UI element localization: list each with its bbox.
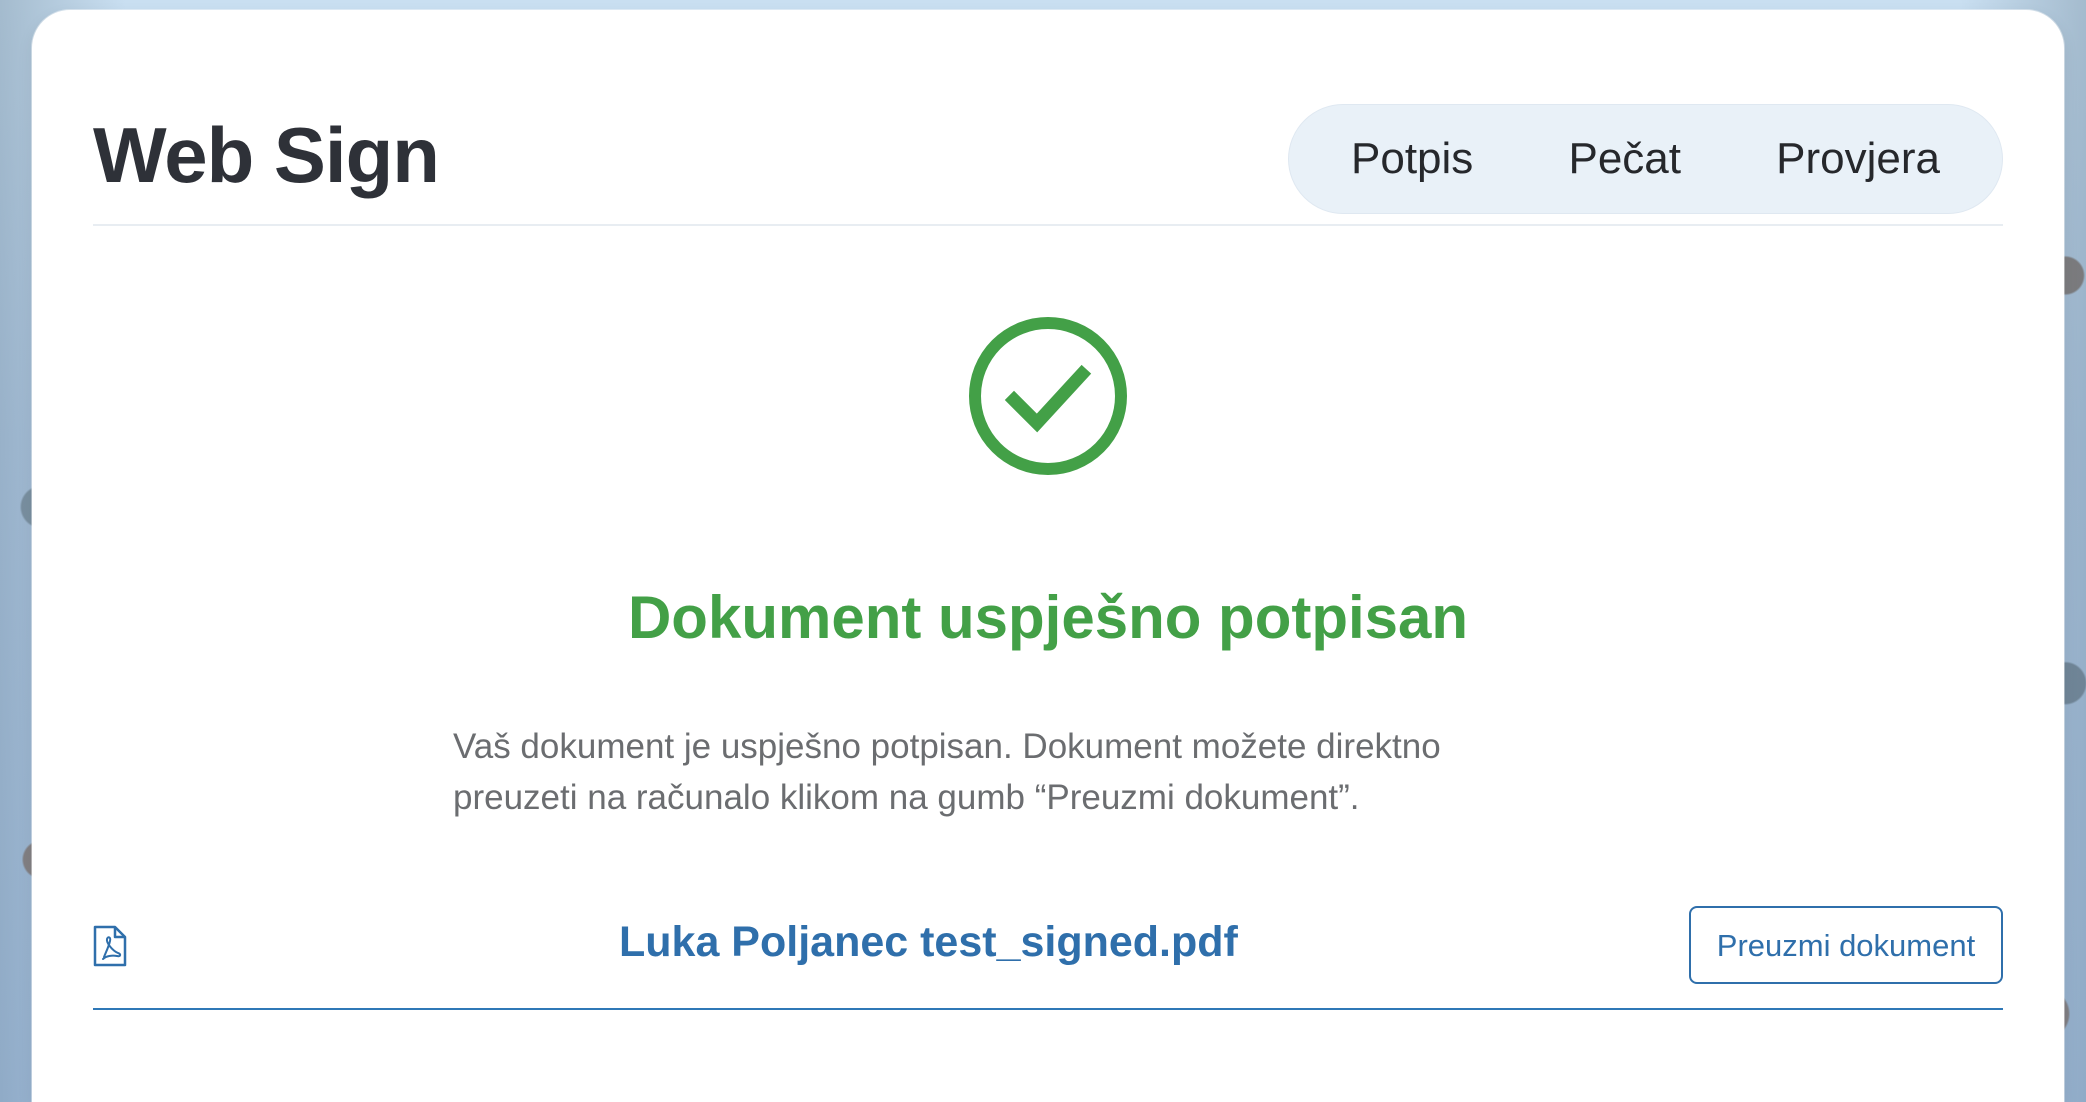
nav-item-provjera[interactable]: Provjera xyxy=(1776,137,1940,181)
success-description: Vaš dokument je uspješno potpisan. Dokum… xyxy=(453,727,1441,817)
main-navigation: Potpis Pečat Provjera xyxy=(1288,104,2003,214)
nav-item-pecat[interactable]: Pečat xyxy=(1568,137,1681,181)
main-card: Web Sign Potpis Pečat Provjera Dokument … xyxy=(32,10,2064,1102)
signed-file-row: Luka Poljanec test_signed.pdf Preuzmi do… xyxy=(93,906,2003,1010)
download-document-button[interactable]: Preuzmi dokument xyxy=(1689,906,2003,984)
app-title: Web Sign xyxy=(93,111,440,199)
page-header: Web Sign Potpis Pečat Provjera xyxy=(93,92,2003,226)
pdf-file-icon xyxy=(93,925,127,967)
success-title: Dokument uspješno potpisan xyxy=(627,584,1469,651)
signed-file-name[interactable]: Luka Poljanec test_signed.pdf xyxy=(619,921,1238,964)
check-circle-icon xyxy=(969,317,1127,475)
success-section xyxy=(32,314,2064,478)
nav-item-potpis[interactable]: Potpis xyxy=(1351,137,1473,181)
